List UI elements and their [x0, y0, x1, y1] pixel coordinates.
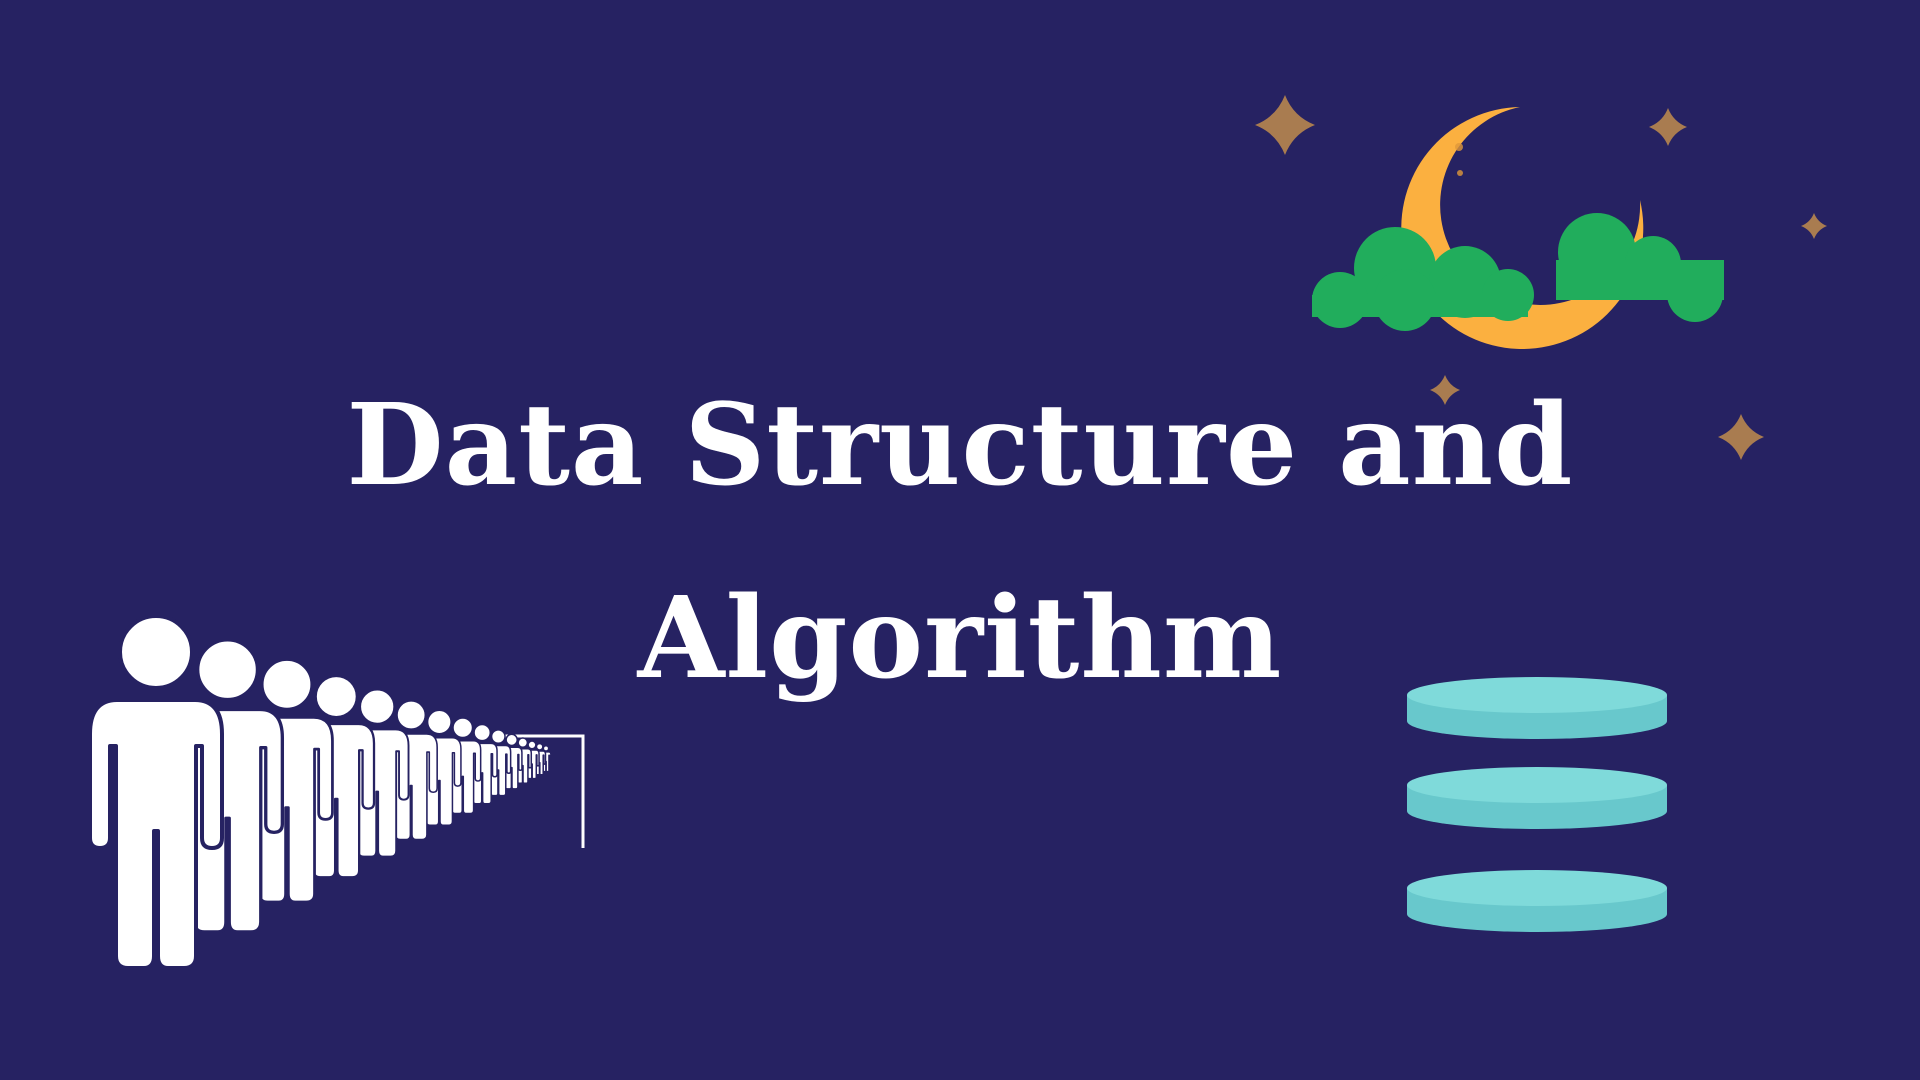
database-disc-icon [1407, 767, 1667, 829]
database-icon [1407, 677, 1667, 932]
database-disc-icon [1407, 870, 1667, 932]
banner-canvas: Data Structure and Algorithm [0, 0, 1920, 1080]
database-disc-icon [1407, 677, 1667, 739]
